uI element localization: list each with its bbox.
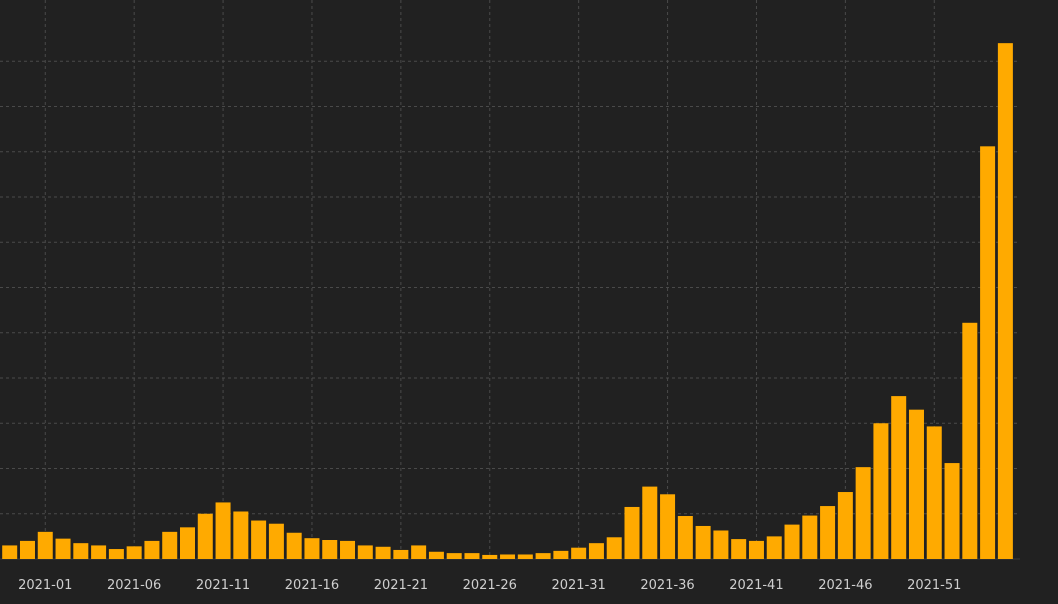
bar-2021-37 [642, 486, 658, 559]
bar-2021-02 [19, 540, 35, 559]
bar-2021-45 [784, 524, 800, 559]
bar-2021-25 [428, 551, 444, 559]
bar-2021-36 [624, 506, 640, 559]
bar-2021-43 [748, 540, 764, 559]
bar-2021-07 [108, 549, 124, 559]
bar-2021-48 [837, 492, 853, 559]
bar-2021-49 [855, 467, 871, 559]
bar-2021-54 [944, 463, 960, 559]
bar-2021-09 [144, 540, 160, 559]
bar-2021-35 [606, 537, 622, 559]
bar-2021-51 [891, 396, 907, 559]
x-tick-label: 2021-01 [18, 578, 72, 593]
bar-2021-41 [713, 530, 729, 559]
bar-2021-10 [162, 531, 178, 559]
bar-2021-53 [926, 426, 942, 559]
bar-2021-50 [873, 423, 889, 559]
bar-2021-31 [535, 553, 551, 559]
bar-2021-29 [500, 554, 516, 560]
bar-2021-24 [411, 545, 427, 559]
bar-2021-46 [802, 515, 818, 559]
bar-2021-38 [660, 494, 676, 559]
bar-2021-12 [197, 513, 213, 559]
bar-2021-57 [997, 43, 1013, 559]
bar-2021-28 [482, 554, 498, 559]
x-tick-label: 2021-51 [907, 578, 961, 593]
bar-2021-11 [180, 527, 195, 560]
bar-2021-05 [73, 543, 89, 559]
x-tick-label: 2021-06 [107, 578, 161, 593]
bar-2021-01 [2, 545, 18, 559]
bar-2021-23 [393, 549, 409, 559]
x-tick-label: 2021-21 [374, 578, 428, 593]
bar-2021-56 [980, 146, 996, 559]
bar-2021-30 [517, 554, 533, 560]
bar-2021-33 [571, 547, 587, 559]
bar-2021-14 [233, 511, 249, 559]
bar-chart: 2021-01 2021-06 2021-11 2021-16 2021-21 2021-… [0, 0, 1020, 593]
bar-series [2, 43, 1013, 560]
x-axis-tick-labels: 2021-01 2021-06 2021-11 2021-16 2021-21 2021-… [18, 578, 961, 593]
bar-2021-32 [553, 550, 569, 560]
bar-2021-42 [731, 539, 747, 559]
bar-2021-26 [446, 553, 462, 559]
bar-2021-16 [268, 523, 284, 560]
bar-2021-03 [37, 531, 53, 559]
x-tick-label: 2021-26 [463, 578, 517, 593]
bar-2021-21 [357, 545, 373, 559]
bar-2021-40 [695, 525, 711, 559]
chart-container: 2021-01 2021-06 2021-11 2021-16 2021-21 2021-… [0, 0, 1058, 604]
x-tick-label: 2021-41 [729, 578, 783, 593]
bar-2021-34 [588, 543, 604, 559]
bar-2021-17 [286, 532, 302, 559]
bar-2021-04 [55, 538, 71, 559]
bar-2021-06 [91, 545, 107, 559]
x-tick-label: 2021-36 [640, 578, 694, 593]
bar-2021-27 [464, 553, 480, 559]
x-tick-label: 2021-11 [196, 578, 250, 593]
x-tick-label: 2021-31 [551, 578, 605, 593]
bar-2021-20 [340, 540, 356, 559]
bar-2021-08 [126, 546, 142, 559]
bar-2021-13 [215, 502, 231, 559]
bar-2021-55 [962, 322, 978, 559]
bar-2021-52 [908, 409, 924, 559]
bar-2021-47 [820, 506, 836, 559]
bar-2021-18 [304, 538, 320, 559]
bar-2021-44 [766, 536, 782, 560]
bar-2021-22 [375, 546, 391, 559]
x-tick-label: 2021-16 [285, 578, 339, 593]
bar-2021-15 [251, 520, 267, 559]
x-tick-label: 2021-46 [818, 578, 872, 593]
bar-2021-39 [677, 516, 693, 559]
bar-2021-19 [322, 540, 338, 560]
